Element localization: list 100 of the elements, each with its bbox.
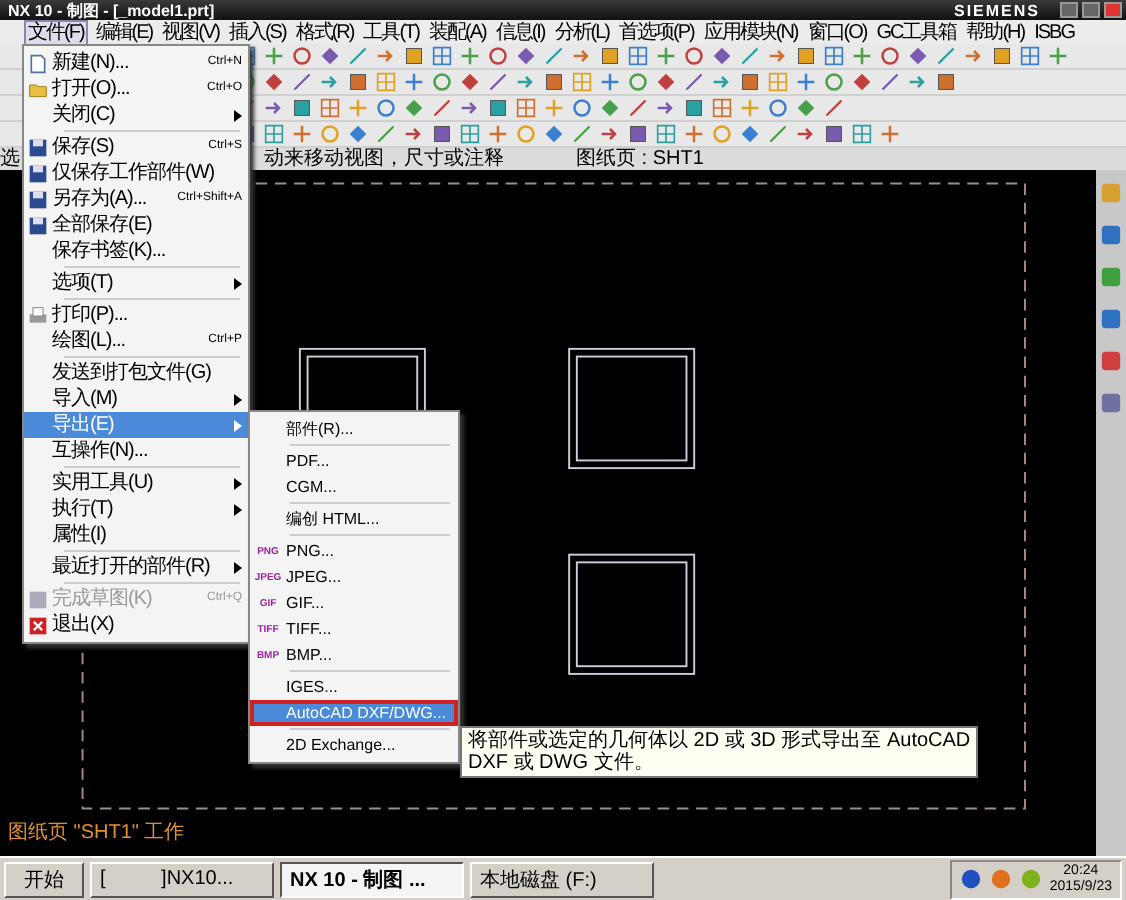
menu-entry[interactable]: AutoCAD DXF/DWG... xyxy=(250,700,458,726)
grid-icon[interactable] xyxy=(712,98,732,118)
circle-icon[interactable] xyxy=(989,868,1012,890)
maximize-button[interactable] xyxy=(1082,2,1100,18)
line-icon[interactable] xyxy=(684,72,704,92)
square-icon[interactable] xyxy=(292,98,312,118)
menu-item[interactable]: 工具(T) xyxy=(361,21,421,43)
square-icon[interactable] xyxy=(1100,308,1122,330)
grid-icon[interactable] xyxy=(768,72,788,92)
menu-item[interactable]: 分析(L) xyxy=(552,21,612,43)
circle-icon[interactable] xyxy=(432,72,452,92)
circle-icon[interactable] xyxy=(376,98,396,118)
menu-entry[interactable]: 2D Exchange... xyxy=(250,732,458,758)
menu-item[interactable]: GC工具箱 xyxy=(874,21,959,43)
grid-icon[interactable] xyxy=(824,46,844,66)
taskbar-button[interactable]: 本地磁盘 (F:) xyxy=(470,861,654,897)
circle-icon[interactable] xyxy=(824,72,844,92)
grid-icon[interactable] xyxy=(516,98,536,118)
plus-icon[interactable] xyxy=(684,124,704,144)
line-icon[interactable] xyxy=(348,46,368,66)
line-icon[interactable] xyxy=(936,46,956,66)
square-icon[interactable] xyxy=(628,124,648,144)
plus-icon[interactable] xyxy=(796,72,816,92)
menu-item[interactable]: 装配(A) xyxy=(426,21,488,43)
diamond-icon[interactable] xyxy=(348,124,368,144)
line-icon[interactable] xyxy=(768,124,788,144)
menu-entry[interactable]: IGES... xyxy=(250,674,458,700)
menu-entry[interactable]: 执行(T) xyxy=(24,496,248,522)
minimize-button[interactable] xyxy=(1060,2,1078,18)
square-icon[interactable] xyxy=(824,124,844,144)
menu-item[interactable]: 信息(I) xyxy=(493,21,547,43)
menu-entry[interactable]: 选项(T) xyxy=(24,270,248,296)
menu-entry[interactable]: 部件(R)... xyxy=(250,416,458,442)
line-icon[interactable] xyxy=(488,72,508,92)
diamond-icon[interactable] xyxy=(460,72,480,92)
arrow-icon[interactable] xyxy=(404,124,424,144)
square-icon[interactable] xyxy=(1100,392,1122,414)
diamond-icon[interactable] xyxy=(600,98,620,118)
square-icon[interactable] xyxy=(740,72,760,92)
line-icon[interactable] xyxy=(432,98,452,118)
arrow-icon[interactable] xyxy=(656,98,676,118)
menu-item[interactable]: 编辑(E) xyxy=(93,21,155,43)
square-icon[interactable] xyxy=(600,46,620,66)
square-icon[interactable] xyxy=(936,72,956,92)
grid-icon[interactable] xyxy=(628,46,648,66)
circle-icon[interactable] xyxy=(684,46,704,66)
menu-entry[interactable]: 关闭(C) xyxy=(24,102,248,128)
plus-icon[interactable] xyxy=(488,124,508,144)
diamond-icon[interactable] xyxy=(264,72,284,92)
square-icon[interactable] xyxy=(992,46,1012,66)
arrow-icon[interactable] xyxy=(516,72,536,92)
line-icon[interactable] xyxy=(544,46,564,66)
plus-icon[interactable] xyxy=(292,124,312,144)
circle-icon[interactable] xyxy=(959,868,982,890)
menu-entry[interactable]: 导出(E) xyxy=(24,412,248,438)
square-icon[interactable] xyxy=(404,46,424,66)
menu-entry[interactable]: 导入(M) xyxy=(24,386,248,412)
arrow-icon[interactable] xyxy=(320,72,340,92)
grid-icon[interactable] xyxy=(852,124,872,144)
menu-item[interactable]: 应用模块(N) xyxy=(701,21,800,43)
arrow-icon[interactable] xyxy=(964,46,984,66)
taskbar-button[interactable]: [ ]NX10... xyxy=(90,861,274,897)
diamond-icon[interactable] xyxy=(404,98,424,118)
circle-icon[interactable] xyxy=(292,46,312,66)
arrow-icon[interactable] xyxy=(796,124,816,144)
close-button[interactable] xyxy=(1104,2,1122,18)
menu-entry[interactable]: CGM... xyxy=(250,474,458,500)
square-icon[interactable] xyxy=(432,124,452,144)
circle-icon[interactable] xyxy=(572,98,592,118)
menu-entry[interactable]: 属性(I) xyxy=(24,522,248,548)
line-icon[interactable] xyxy=(824,98,844,118)
grid-icon[interactable] xyxy=(320,98,340,118)
plus-icon[interactable] xyxy=(404,72,424,92)
circle-icon[interactable] xyxy=(488,46,508,66)
menu-item[interactable]: 窗口(O) xyxy=(805,21,869,43)
circle-icon[interactable] xyxy=(768,98,788,118)
menu-item[interactable]: 文件(F) xyxy=(24,19,88,45)
menu-item[interactable]: 插入(S) xyxy=(226,21,288,43)
arrow-icon[interactable] xyxy=(376,46,396,66)
line-icon[interactable] xyxy=(880,72,900,92)
plus-icon[interactable] xyxy=(264,46,284,66)
arrow-icon[interactable] xyxy=(264,98,284,118)
menu-entry[interactable]: 全部保存(E) xyxy=(24,212,248,238)
diamond-icon[interactable] xyxy=(740,124,760,144)
arrow-icon[interactable] xyxy=(600,124,620,144)
grid-icon[interactable] xyxy=(432,46,452,66)
drawing-view[interactable] xyxy=(568,347,696,470)
menu-entry[interactable]: 最近打开的部件(R) xyxy=(24,554,248,580)
menu-item[interactable]: 首选项(P) xyxy=(617,21,696,43)
plus-icon[interactable] xyxy=(460,46,480,66)
square-icon[interactable] xyxy=(684,98,704,118)
line-icon[interactable] xyxy=(376,124,396,144)
line-icon[interactable] xyxy=(628,98,648,118)
diamond-icon[interactable] xyxy=(656,72,676,92)
menu-entry[interactable]: 互操作(N)... xyxy=(24,438,248,464)
grid-icon[interactable] xyxy=(264,124,284,144)
diamond-icon[interactable] xyxy=(852,72,872,92)
grid-icon[interactable] xyxy=(1020,46,1040,66)
menu-item[interactable]: 帮助(H) xyxy=(964,21,1027,43)
menu-item[interactable]: 格式(R) xyxy=(293,21,356,43)
